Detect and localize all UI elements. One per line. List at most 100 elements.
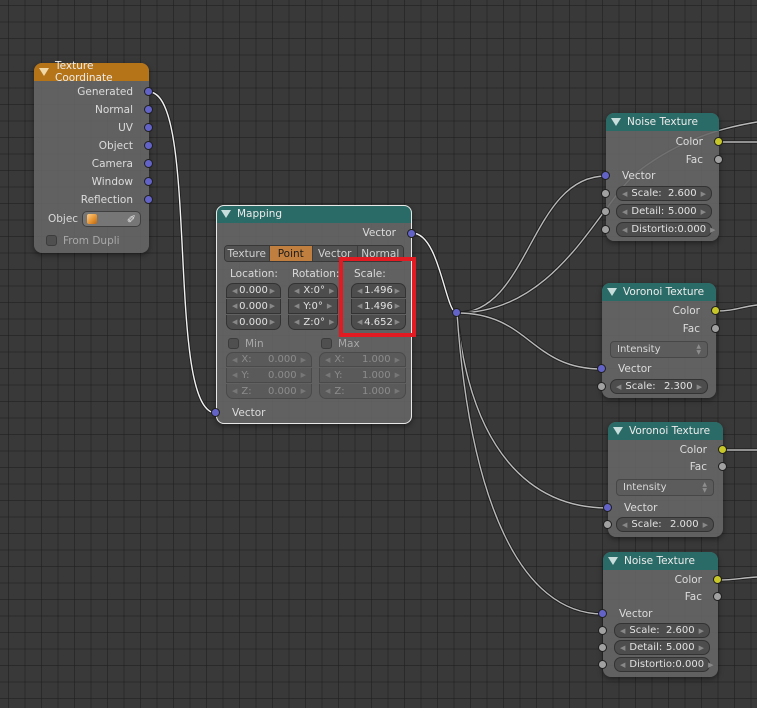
socket-color-out[interactable]	[718, 445, 727, 454]
socket-detail-in[interactable]	[601, 207, 610, 216]
rotation-x-field[interactable]: ◀ X: 0° ▶	[288, 283, 338, 298]
node-header[interactable]: Noise Texture	[603, 552, 718, 570]
input-vector: Vector	[232, 407, 266, 419]
eyedropper-icon[interactable]: ✐	[127, 214, 136, 225]
node-header[interactable]: Texture Coordinate	[34, 60, 149, 84]
link-reroute-to-voronoi1-vector	[456, 311, 603, 371]
noise-texture-node-2[interactable]: Noise Texture Color Fac Vector ◀ Scale: 2.…	[598, 552, 722, 677]
socket-vector-in[interactable]	[211, 408, 220, 417]
input-vector: Vector	[618, 363, 652, 375]
max-y-field[interactable]: ◀ Y: 1.000 ▶	[319, 368, 406, 383]
socket-vector-in[interactable]	[603, 503, 612, 512]
output-fac: Fac	[684, 591, 702, 603]
max-z-field[interactable]: ◀ Z: 1.000 ▶	[319, 384, 406, 399]
socket-fac-out[interactable]	[718, 462, 727, 471]
max-x-field[interactable]: ◀ X: 1.000 ▶	[319, 352, 406, 367]
link-noise2-color-out	[717, 575, 757, 582]
rotation-label: Rotation:	[292, 268, 340, 280]
socket-fac-out[interactable]	[714, 155, 723, 164]
collapse-triangle-icon[interactable]	[613, 427, 623, 435]
coloring-dropdown[interactable]: Intensity ▲ ▼	[616, 479, 714, 496]
max-label: Max	[338, 338, 360, 350]
output-vector: Vector	[362, 227, 396, 239]
collapse-triangle-icon[interactable]	[39, 68, 49, 76]
socket-vector-in[interactable]	[597, 364, 606, 373]
min-z-field[interactable]: ◀ Z: 0.000 ▶	[226, 384, 312, 399]
link-reroute-to-noise2-vector	[455, 312, 604, 616]
socket-normal[interactable]	[144, 105, 153, 114]
reroute-node[interactable]	[452, 308, 461, 317]
output-fac: Fac	[682, 323, 700, 335]
detail-field[interactable]: ◀ Detail: 5.000 ▶	[616, 204, 712, 219]
output-reflection: Reflection	[80, 194, 133, 206]
output-color: Color	[675, 136, 703, 148]
node-title: Voronoi Texture	[629, 425, 711, 437]
location-label: Location:	[230, 268, 278, 280]
socket-distortion-in[interactable]	[601, 225, 610, 234]
updown-arrows-icon: ▲ ▼	[702, 480, 707, 494]
socket-uv[interactable]	[144, 123, 153, 132]
location-y-field[interactable]: ◀ 0.000 ▶	[226, 299, 281, 314]
socket-color-out[interactable]	[711, 306, 720, 315]
socket-scale-in[interactable]	[597, 382, 606, 391]
collapse-triangle-icon[interactable]	[608, 557, 618, 565]
max-checkbox[interactable]	[321, 338, 332, 349]
rotation-y-field[interactable]: ◀ Y: 0° ▶	[288, 299, 338, 314]
rotation-z-field[interactable]: ◀ Z: 0° ▶	[288, 315, 338, 330]
node-header[interactable]: Voronoi Texture	[608, 422, 723, 440]
collapse-triangle-icon[interactable]	[607, 288, 617, 296]
socket-vector-in[interactable]	[601, 171, 610, 180]
link-reroute-to-noise1-vector	[456, 174, 607, 315]
output-object: Object	[98, 140, 133, 152]
tab-point[interactable]: Point	[269, 246, 314, 261]
voronoi-texture-node-2[interactable]: Voronoi Texture Color Fac Intensity ▲ ▼ V…	[603, 422, 727, 537]
node-header[interactable]: Noise Texture	[606, 113, 719, 131]
coloring-dropdown[interactable]: Intensity ▲ ▼	[610, 341, 708, 358]
output-color: Color	[674, 574, 702, 586]
socket-vector-in[interactable]	[598, 609, 607, 618]
socket-window[interactable]	[144, 177, 153, 186]
link-generated-to-mapping	[148, 90, 217, 415]
link-reroute-to-voronoi2-vector	[455, 312, 609, 510]
socket-object[interactable]	[144, 141, 153, 150]
noise-texture-node-1[interactable]: Noise Texture Color Fac Vector ◀ Scale: 2.…	[601, 113, 723, 241]
socket-detail-in[interactable]	[598, 643, 607, 652]
object-label: Objec	[48, 213, 79, 225]
scale-field[interactable]: ◀ Scale: 2.600 ▶	[616, 186, 712, 201]
socket-generated[interactable]	[144, 87, 153, 96]
min-x-field[interactable]: ◀ X: 0.000 ▶	[226, 352, 312, 367]
socket-reflection[interactable]	[144, 195, 153, 204]
socket-vector-out[interactable]	[407, 229, 416, 238]
collapse-triangle-icon[interactable]	[221, 210, 231, 218]
node-header[interactable]: Voronoi Texture	[602, 283, 716, 301]
socket-distortion-in[interactable]	[598, 660, 607, 669]
distortion-field[interactable]: ◀ Distortio: 0.000 ▶	[614, 657, 713, 672]
node-header[interactable]: Mapping	[216, 205, 412, 223]
socket-color-out[interactable]	[714, 137, 723, 146]
socket-scale-in[interactable]	[598, 626, 607, 635]
scale-field[interactable]: ◀ Scale: 2.600 ▶	[614, 623, 710, 638]
socket-fac-out[interactable]	[711, 324, 720, 333]
collapse-triangle-icon[interactable]	[611, 118, 621, 126]
socket-color-out[interactable]	[713, 575, 722, 584]
tab-texture[interactable]: Texture	[225, 246, 270, 261]
socket-scale-in[interactable]	[601, 189, 610, 198]
socket-camera[interactable]	[144, 159, 153, 168]
location-x-field[interactable]: ◀ 0.000 ▶	[226, 283, 281, 298]
distortion-field[interactable]: ◀ Distortio: 0.000 ▶	[616, 222, 715, 237]
scale-field[interactable]: ◀ Scale: 2.000 ▶	[616, 517, 714, 532]
location-z-field[interactable]: ◀ 0.000 ▶	[226, 315, 281, 330]
output-camera: Camera	[91, 158, 133, 170]
from-dupli-checkbox[interactable]	[46, 235, 57, 246]
min-checkbox[interactable]	[228, 338, 239, 349]
voronoi-texture-node-1[interactable]: Voronoi Texture Color Fac Intensity ▲ ▼ V…	[597, 283, 720, 398]
socket-scale-in[interactable]	[603, 520, 612, 529]
object-field[interactable]: ✐	[82, 211, 141, 227]
min-y-field[interactable]: ◀ Y: 0.000 ▶	[226, 368, 312, 383]
texture-coordinate-node[interactable]: Texture Coordinate Generated Normal UV O…	[34, 60, 153, 253]
socket-fac-out[interactable]	[713, 592, 722, 601]
detail-field[interactable]: ◀ Detail: 5.000 ▶	[614, 640, 710, 655]
scale-field[interactable]: ◀ Scale: 2.300 ▶	[610, 379, 708, 394]
output-color: Color	[672, 305, 700, 317]
input-vector: Vector	[619, 608, 653, 620]
